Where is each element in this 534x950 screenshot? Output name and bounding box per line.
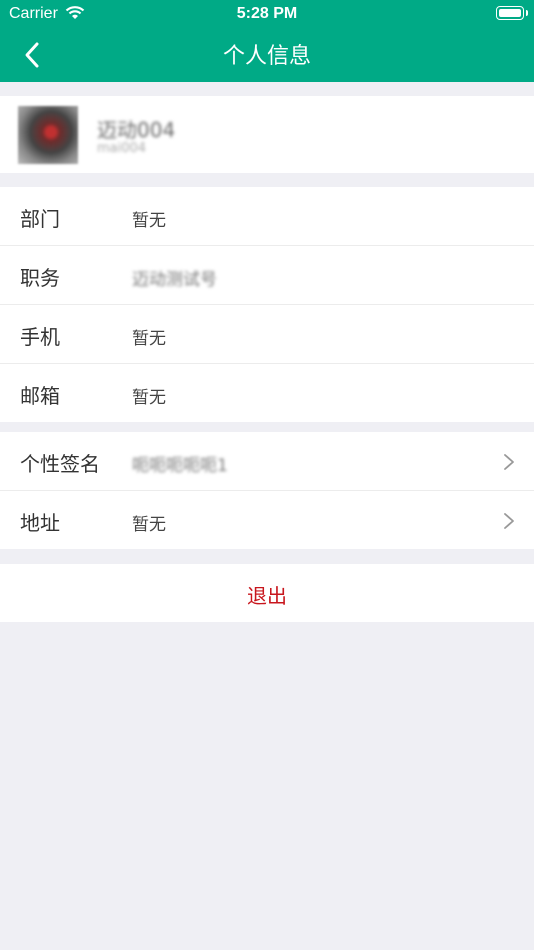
address-value: 暂无	[132, 515, 166, 535]
signature-value: 呃呃呃呃呃1	[132, 456, 228, 476]
chevron-right-icon	[504, 454, 514, 470]
phone-label: 手机	[20, 325, 60, 349]
logout-label: 退出	[247, 584, 287, 608]
email-value: 暂无	[132, 388, 166, 408]
extra-group: 个性签名 呃呃呃呃呃1 地址 暂无	[0, 432, 534, 549]
position-value: 迈动测试号	[132, 270, 217, 290]
signature-label: 个性签名	[20, 452, 100, 476]
profile-name: 迈动004	[97, 118, 176, 142]
signature-row[interactable]: 个性签名 呃呃呃呃呃1	[0, 432, 534, 491]
page-title: 个人信息	[222, 44, 311, 69]
department-value: 暂无	[132, 211, 166, 231]
profile-id: mai004	[97, 141, 147, 156]
department-label: 部门	[20, 207, 60, 231]
phone-value: 暂无	[132, 329, 166, 349]
info-group: 部门 暂无 职务 迈动测试号 手机 暂无 邮箱 暂无	[0, 187, 534, 422]
battery-icon	[496, 6, 528, 20]
department-row: 部门 暂无	[0, 187, 534, 246]
avatar[interactable]	[18, 106, 78, 164]
position-label: 职务	[20, 266, 60, 290]
email-row: 邮箱 暂无	[0, 364, 534, 422]
logout-button[interactable]: 退出	[0, 564, 534, 622]
profile-card[interactable]: 迈动004 mai004	[0, 96, 534, 173]
position-row: 职务 迈动测试号	[0, 246, 534, 305]
address-label: 地址	[20, 511, 60, 535]
chevron-right-icon	[504, 513, 514, 529]
email-label: 邮箱	[20, 384, 60, 408]
address-row[interactable]: 地址 暂无	[0, 491, 534, 549]
phone-row: 手机 暂无	[0, 305, 534, 364]
clock: 5:28 PM	[236, 5, 298, 22]
status-bar: Carrier 5:28 PM	[0, 0, 534, 28]
navigation-bar: Carrier 5:28 PM 个人信息	[0, 0, 534, 82]
